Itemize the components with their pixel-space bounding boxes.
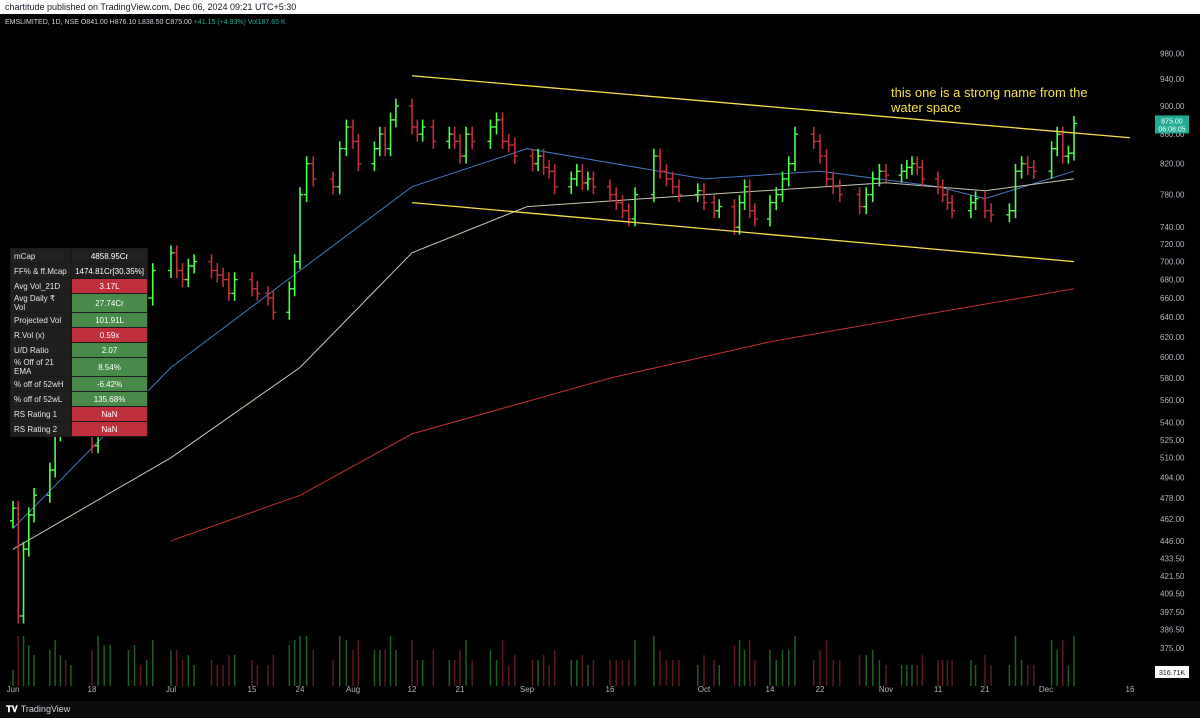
x-tick-label: Dec bbox=[1039, 685, 1053, 694]
stats-label: % Off of 21 EMA bbox=[9, 357, 73, 377]
y-tick-label: 580.00 bbox=[1160, 374, 1185, 383]
stats-value: 101.91L bbox=[71, 312, 148, 328]
x-tick-label: Sep bbox=[520, 685, 535, 694]
stats-row: Avg Daily ₹ Vol 27.74Cr bbox=[9, 293, 148, 313]
y-tick-label: 494.00 bbox=[1160, 473, 1185, 482]
y-tick-label: 421.50 bbox=[1160, 572, 1185, 581]
stats-label: RS Rating 2 bbox=[9, 421, 73, 437]
stats-table: mCap 4858.95Cr FF% & ff.Mcap 1474.81Cr[30.3… bbox=[9, 248, 148, 437]
stats-label: Avg Vol_21D bbox=[9, 278, 73, 294]
x-tick-label: 21 bbox=[456, 685, 465, 694]
stats-value: NaN bbox=[71, 421, 148, 437]
y-tick-label: 600.00 bbox=[1160, 353, 1185, 362]
stats-row: % Off of 21 EMA 8.54% bbox=[9, 357, 148, 377]
y-tick-label: 386.50 bbox=[1160, 625, 1185, 634]
footer-bar: 𝐓𝐕 TradingView bbox=[0, 701, 1200, 718]
stats-label: % off of 52wH bbox=[9, 376, 73, 392]
price-chart[interactable]: 980.00940.00900.00860.00820.00780.00740.… bbox=[0, 14, 1200, 701]
y-tick-label: 720.00 bbox=[1160, 240, 1185, 249]
tradingview-logo[interactable]: 𝐓𝐕 TradingView bbox=[6, 704, 70, 715]
bar-countdown-label: 06:08:05 bbox=[1158, 126, 1185, 133]
stats-label: U/D Ratio bbox=[9, 342, 73, 358]
y-tick-label: 478.00 bbox=[1160, 494, 1185, 503]
publish-bar: chartitude published on TradingView.com,… bbox=[0, 0, 1200, 14]
y-tick-label: 375.00 bbox=[1160, 644, 1185, 653]
x-tick-label: Jun bbox=[7, 685, 20, 694]
moving-average-line bbox=[170, 288, 1075, 542]
y-tick-label: 446.00 bbox=[1160, 537, 1185, 546]
stats-label: R.Vol (x) bbox=[9, 327, 73, 343]
moving-average-line bbox=[12, 178, 1075, 550]
stats-row: FF% & ff.Mcap 1474.81Cr[30.35%] bbox=[9, 263, 148, 279]
stats-value: 0.59x bbox=[71, 327, 148, 343]
y-tick-label: 980.00 bbox=[1160, 49, 1185, 58]
chart-annotation[interactable]: this one is a strong name from the water… bbox=[891, 85, 1121, 115]
x-tick-label: 18 bbox=[88, 685, 97, 694]
publish-text: chartitude published on TradingView.com,… bbox=[5, 2, 297, 12]
stats-row: Projected Vol 101.91L bbox=[9, 312, 148, 328]
x-tick-label: Oct bbox=[698, 685, 711, 694]
brand-name: TradingView bbox=[20, 704, 71, 714]
stats-row: % off of 52wL 135.68% bbox=[9, 391, 148, 407]
x-tick-label: Jul bbox=[166, 685, 176, 694]
stats-label: Avg Daily ₹ Vol bbox=[9, 293, 73, 313]
y-tick-label: 620.00 bbox=[1160, 333, 1185, 342]
x-tick-label: 14 bbox=[766, 685, 775, 694]
stats-value: 1474.81Cr[30.35%] bbox=[71, 263, 148, 279]
stats-label: mCap bbox=[9, 248, 73, 264]
x-tick-label: 24 bbox=[296, 685, 305, 694]
stats-value: 4858.95Cr bbox=[71, 248, 148, 264]
stats-value: -6.42% bbox=[71, 376, 148, 392]
stats-row: RS Rating 1 NaN bbox=[9, 406, 148, 422]
x-tick-label: 22 bbox=[816, 685, 825, 694]
stats-value: 2.07 bbox=[71, 342, 148, 358]
y-tick-label: 660.00 bbox=[1160, 294, 1185, 303]
x-tick-label: 16 bbox=[606, 685, 615, 694]
y-tick-label: 900.00 bbox=[1160, 102, 1185, 111]
x-tick-label: 11 bbox=[934, 685, 943, 694]
stats-label: RS Rating 1 bbox=[9, 406, 73, 422]
y-tick-label: 680.00 bbox=[1160, 276, 1185, 285]
tv-logo-icon: 𝐓𝐕 bbox=[6, 704, 18, 714]
stats-label: % off of 52wL bbox=[9, 391, 73, 407]
stats-value: 3.17L bbox=[71, 278, 148, 294]
stats-label: Projected Vol bbox=[9, 312, 73, 328]
stats-value: 135.68% bbox=[71, 391, 148, 407]
y-tick-label: 462.00 bbox=[1160, 515, 1185, 524]
stats-row: U/D Ratio 2.07 bbox=[9, 342, 148, 358]
volume-tag-label: 316.71K bbox=[1159, 670, 1185, 677]
y-tick-label: 397.50 bbox=[1160, 608, 1185, 617]
y-tick-label: 740.00 bbox=[1160, 223, 1185, 232]
x-tick-label: Aug bbox=[346, 685, 360, 694]
channel-trendline bbox=[411, 201, 1075, 263]
stats-row: Avg Vol_21D 3.17L bbox=[9, 278, 148, 294]
x-tick-label: Nov bbox=[879, 685, 893, 694]
stats-value: NaN bbox=[71, 406, 148, 422]
stats-row: % off of 52wH -6.42% bbox=[9, 376, 148, 392]
y-tick-label: 409.50 bbox=[1160, 590, 1185, 599]
x-tick-label: 16 bbox=[1126, 685, 1135, 694]
x-tick-label: 12 bbox=[408, 685, 417, 694]
y-tick-label: 940.00 bbox=[1160, 75, 1185, 84]
y-tick-label: 780.00 bbox=[1160, 191, 1185, 200]
y-tick-label: 820.00 bbox=[1160, 160, 1185, 169]
stats-value: 8.54% bbox=[71, 357, 148, 377]
x-tick-label: 15 bbox=[248, 685, 257, 694]
stats-row: RS Rating 2 NaN bbox=[9, 421, 148, 437]
stats-label: FF% & ff.Mcap bbox=[9, 263, 73, 279]
y-tick-label: 560.00 bbox=[1160, 396, 1185, 405]
y-tick-label: 525.00 bbox=[1160, 436, 1185, 445]
x-tick-label: 21 bbox=[981, 685, 990, 694]
y-tick-label: 640.00 bbox=[1160, 313, 1185, 322]
stats-value: 27.74Cr bbox=[71, 293, 148, 313]
y-tick-label: 540.00 bbox=[1160, 418, 1185, 427]
y-tick-label: 700.00 bbox=[1160, 258, 1185, 267]
y-tick-label: 510.00 bbox=[1160, 454, 1185, 463]
stats-row: R.Vol (x) 0.59x bbox=[9, 327, 148, 343]
stats-row: mCap 4858.95Cr bbox=[9, 248, 148, 264]
y-tick-label: 433.50 bbox=[1160, 554, 1185, 563]
last-price-label: 875.00 bbox=[1161, 118, 1183, 125]
